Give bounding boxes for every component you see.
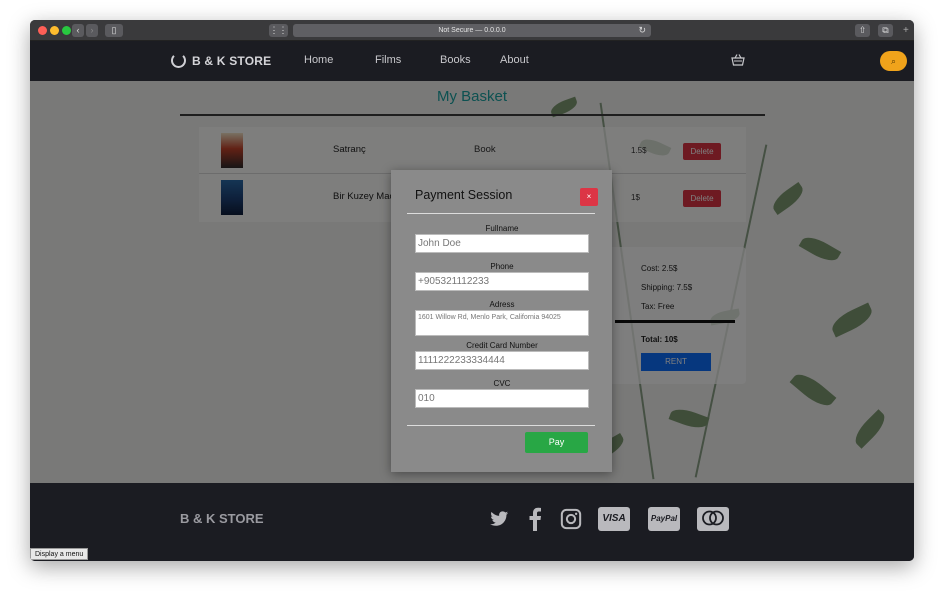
- tabs-overview-icon[interactable]: ⧉: [878, 24, 893, 37]
- site-footer: B & K STORE VISA PayPal: [30, 483, 914, 561]
- cvc-input[interactable]: 010: [415, 389, 589, 408]
- phone-input[interactable]: +905321112233: [415, 272, 589, 291]
- nav-books[interactable]: Books: [440, 54, 471, 66]
- modal-divider: [407, 213, 595, 214]
- nav-home[interactable]: Home: [304, 54, 333, 66]
- fullname-input[interactable]: John Doe: [415, 234, 589, 253]
- share-icon[interactable]: ⇧: [855, 24, 870, 37]
- cvc-label: CVC: [493, 379, 511, 388]
- address-textarea[interactable]: 1601 Willow Rd, Menlo Park, California 9…: [415, 310, 589, 336]
- chevron-left-icon[interactable]: ‹: [72, 24, 84, 37]
- address-text: Not Secure — 0.0.0.0: [438, 27, 506, 34]
- paypal-icon: PayPal: [648, 507, 680, 531]
- address-bar[interactable]: Not Secure — 0.0.0.0 ↻: [293, 24, 651, 37]
- chevron-right-icon[interactable]: ›: [86, 24, 98, 37]
- close-window-icon[interactable]: [38, 26, 47, 35]
- nav-about[interactable]: About: [500, 54, 529, 66]
- pay-button[interactable]: Pay: [525, 432, 588, 453]
- fullname-label: Fullname: [485, 224, 519, 233]
- logo-icon[interactable]: [171, 53, 186, 68]
- grid-icon[interactable]: ⋮⋮: [269, 24, 288, 37]
- browser-window: ‹ › ▯ ⋮⋮ Not Secure — 0.0.0.0 ↻ ⇧ ⧉ + B …: [30, 20, 914, 561]
- footer-brand: B & K STORE: [180, 511, 264, 526]
- brand-link[interactable]: B & K STORE: [192, 54, 271, 68]
- visa-icon: VISA: [598, 507, 630, 531]
- payment-modal: Payment Session × Fullname John Doe Phon…: [391, 170, 612, 472]
- close-button[interactable]: ×: [580, 188, 598, 206]
- basket-icon[interactable]: [731, 53, 745, 67]
- minimize-window-icon[interactable]: [50, 26, 59, 35]
- menu-tooltip: Display a menu: [30, 548, 89, 560]
- facebook-icon[interactable]: [528, 507, 542, 531]
- fullscreen-window-icon[interactable]: [62, 26, 71, 35]
- mastercard-icon: [697, 507, 729, 531]
- modal-title: Payment Session: [415, 188, 513, 202]
- site-navbar: B & K STORE Home Films Books About ⌕: [30, 41, 914, 81]
- phone-label: Phone: [490, 262, 514, 271]
- card-number-input[interactable]: 1111222233334444: [415, 351, 589, 370]
- new-tab-icon[interactable]: +: [903, 26, 909, 36]
- twitter-icon[interactable]: [488, 507, 510, 531]
- browser-titlebar: ‹ › ▯ ⋮⋮ Not Secure — 0.0.0.0 ↻ ⇧ ⧉ +: [30, 20, 914, 41]
- reload-icon[interactable]: ↻: [638, 24, 646, 37]
- nav-films[interactable]: Films: [375, 54, 401, 66]
- address-label: Adress: [489, 300, 515, 309]
- modal-divider: [407, 425, 595, 426]
- instagram-icon[interactable]: [560, 507, 582, 531]
- card-number-label: Credit Card Number: [466, 341, 538, 350]
- sidebar-toggle-icon[interactable]: ▯: [105, 24, 123, 37]
- search-icon[interactable]: ⌕: [880, 51, 907, 71]
